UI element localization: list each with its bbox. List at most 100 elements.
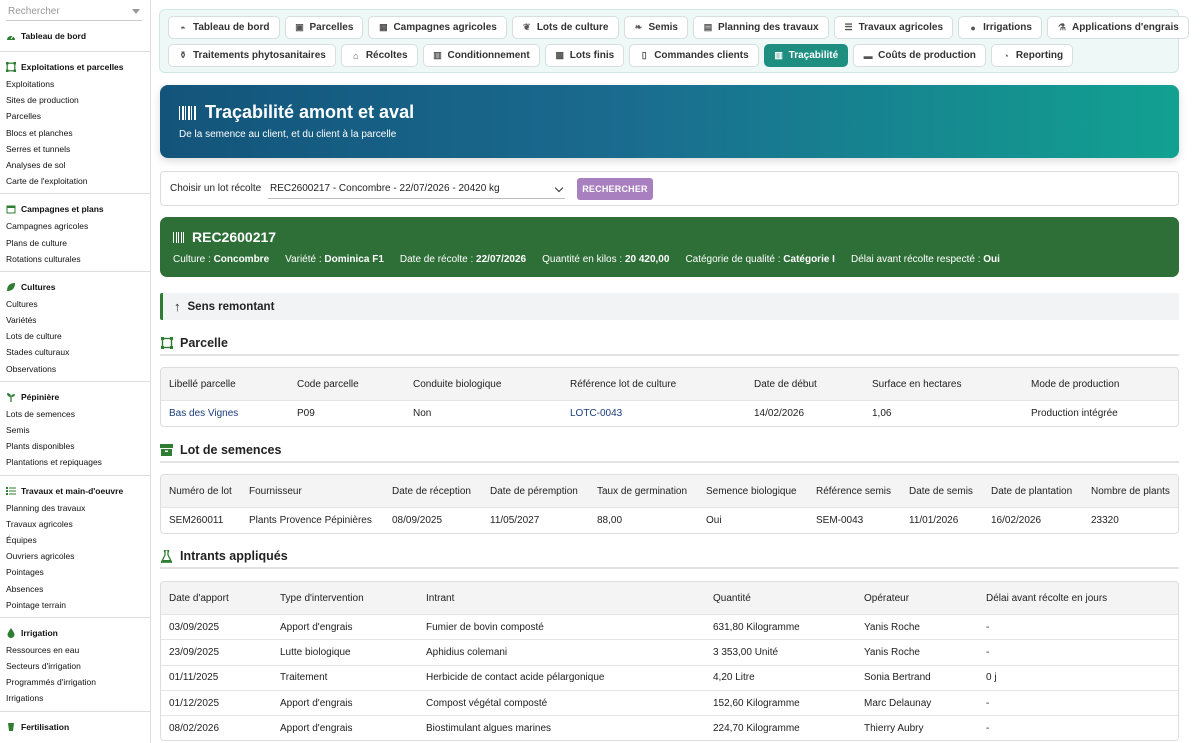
barcode-icon [173,231,186,243]
sidebar-item[interactable]: Irrigations [0,690,150,706]
table-cell: - [986,697,990,709]
sidebar-item[interactable]: Variétés [0,312,150,328]
sidebar-section-header[interactable]: Irrigation [0,624,150,642]
column-header: Intrant [426,592,455,604]
table-cell: P09 [297,408,315,419]
sidebar-item[interactable]: Lots de semences [0,406,150,422]
lot-fact: Date de récolte : 22/07/2026 [400,254,526,265]
search-select[interactable]: Rechercher [6,3,142,21]
table-header-row: Date d'apport Type d'intervention Intrant Q… [161,582,1178,614]
page-title: Traçabilité amont et aval [179,102,414,123]
seed-box-icon [160,444,173,457]
sidebar-section-header[interactable]: Fertilisation [0,718,150,736]
lot-fact-value: Oui [983,254,1000,265]
lot-fact: Délai avant récolte respecté : Oui [851,254,1000,265]
nav-tab-couts-de-production[interactable]: ▬ Coûts de production [853,44,986,67]
section-title: Lot de semences [180,443,282,457]
barcode-icon: ▥ [774,50,783,60]
table-cell: Apport d'engrais [280,621,353,633]
nav-tab-lots-de-culture[interactable]: ❦ Lots de culture [511,16,619,39]
nav-tab-campagnes-agricoles[interactable]: ▦ Campagnes agricoles [368,16,507,39]
nav-tab-lots-finis[interactable]: ▩ Lots finis [544,44,625,67]
column-header: Conduite biologique [413,378,502,390]
lot-select[interactable]: REC2600217 - Concombre - 22/07/2026 - 20… [268,179,565,199]
column-header: Date de péremption [490,485,578,497]
sidebar-item[interactable]: Carte de l'exploitation [0,173,150,189]
sidebar-item[interactable]: Blocs et planches [0,125,150,141]
sidebar-item[interactable]: Serres et tunnels [0,141,150,157]
lot-facts: Culture : Concombre Variété : Dominica F1… [173,254,1000,265]
sidebar-item[interactable]: Sites de production [0,92,150,108]
nav-tab-reporting[interactable]: ◔ Reporting [990,44,1074,67]
nav-tab-applications-d-engrais[interactable]: ⚗ Applications d'engrais [1046,16,1189,39]
table-cell: 01/11/2025 [169,672,219,684]
search-placeholder: Rechercher [8,6,60,17]
sidebar-section-header[interactable]: Cultures [0,278,150,296]
nav-tab-tableau-de-bord[interactable]: ◓ Tableau de bord [168,16,280,39]
table-cell-link[interactable]: LOTC-0043 [570,401,622,426]
section-semences: Lot de semences [160,439,1179,463]
nav-tab-irrigations[interactable]: ● Irrigations [958,16,1042,39]
table-header-row: Numéro de lot Fournisseur Date de réceptio… [161,475,1178,507]
table-cell: 11/05/2027 [490,515,540,526]
sidebar-item[interactable]: Rotations culturales [0,251,150,267]
sidebar-item[interactable]: Absences [0,581,150,597]
lot-fact-label: Date de récolte : [399,254,477,265]
sidebar-section-header[interactable]: Travaux et main-d'oeuvre [0,482,150,500]
sidebar-item[interactable]: Exploitations [0,76,150,92]
top-navigation: ◓ Tableau de bord ▣ Parcelles ▦ Campagnes agr… [159,9,1189,73]
sidebar-item[interactable]: Plans de culture [0,235,150,251]
sidebar-item[interactable]: Programmés d'irrigation [0,674,150,690]
sidebar-section-title: Exploitations et parcelles [21,62,124,72]
sidebar-item-dashboard[interactable]: Tableau de bord [0,27,150,45]
column-header: Date de semis [909,485,973,497]
sidebar-item[interactable]: Lots de culture [0,328,150,344]
nav-tab-label: Travaux agricoles [858,22,944,33]
nav-tab-recoltes[interactable]: ⌂ Récoltes [340,44,418,67]
table-cell-link[interactable]: Bas des Vignes [169,401,238,426]
sidebar-section-header[interactable]: Pépinière [0,388,150,406]
sidebar-section-title: Pépinière [21,391,60,402]
chart-pie-icon: ◔ [1003,50,1009,61]
table-cell: SEM260011 [169,515,224,526]
nav-tab-conditionnement[interactable]: ▥ Conditionnement [422,44,540,67]
sidebar-item[interactable]: Stades culturaux [0,344,150,360]
table-cell: Sonia Bertrand [864,672,931,684]
sidebar-item[interactable]: Analyses de sol [0,157,150,173]
sidebar-item[interactable]: Plantations et repiquages [0,454,150,470]
table-cell: Lutte biologique [280,646,351,658]
table-cell: Yanis Roche [864,621,920,633]
table-header-row: Libellé parcelle Code parcelle Conduite bi… [161,368,1178,400]
sidebar-item[interactable]: Pointages [0,564,150,580]
sidebar-item[interactable]: Équipes [0,532,150,548]
nav-tab-semis[interactable]: ❧ Semis [623,16,688,39]
sidebar-item[interactable]: Pointage terrain [0,597,150,613]
search-button[interactable]: RECHERCHER [577,178,653,200]
sidebar-item[interactable]: Parcelles [0,108,150,124]
nav-tab-travaux-agricoles[interactable]: ☰ Travaux agricoles [833,16,954,39]
tasks-icon: ☰ [844,22,853,32]
sidebar-item[interactable]: Semis [0,422,150,438]
spray-icon: ⚱ [179,50,187,60]
column-header: Semence biologique [706,485,797,497]
sidebar-item[interactable]: Ouvriers agricoles [0,548,150,564]
sidebar-item[interactable]: Planning des travaux [0,500,150,516]
section-parcelle: Parcelle [160,332,1179,356]
sidebar-item[interactable]: Cultures [0,296,150,312]
sidebar-section-header[interactable]: Exploitations et parcelles [0,58,150,76]
nav-tab-tracabilite[interactable]: ▥ Traçabilité [763,44,849,67]
sidebar-item[interactable]: Observations [0,361,150,377]
nav-tab-planning-des-travaux[interactable]: ▤ Planning des travaux [692,16,829,39]
sidebar-item[interactable]: Campagnes agricoles [0,218,150,234]
sidebar-item[interactable]: Travaux agricoles [0,516,150,532]
sidebar-item[interactable]: Secteurs d'irrigation [0,658,150,674]
nav-tab-parcelles[interactable]: ▣ Parcelles [284,16,364,39]
sidebar-item[interactable]: Ressources en eau [0,642,150,658]
table-cell: 224,70 Kilogramme [713,722,800,734]
planning-icon: ▤ [703,22,713,32]
sidebar-item[interactable]: Plants disponibles [0,438,150,454]
arrow-up-icon: ↑ [174,299,181,314]
nav-tab-commandes-clients[interactable]: ▯ Commandes clients [629,44,759,67]
sidebar-section-header[interactable]: Campagnes et plans [0,200,150,218]
nav-tab-traitements-phytosanitaires[interactable]: ⚱ Traitements phytosanitaires [168,44,336,67]
